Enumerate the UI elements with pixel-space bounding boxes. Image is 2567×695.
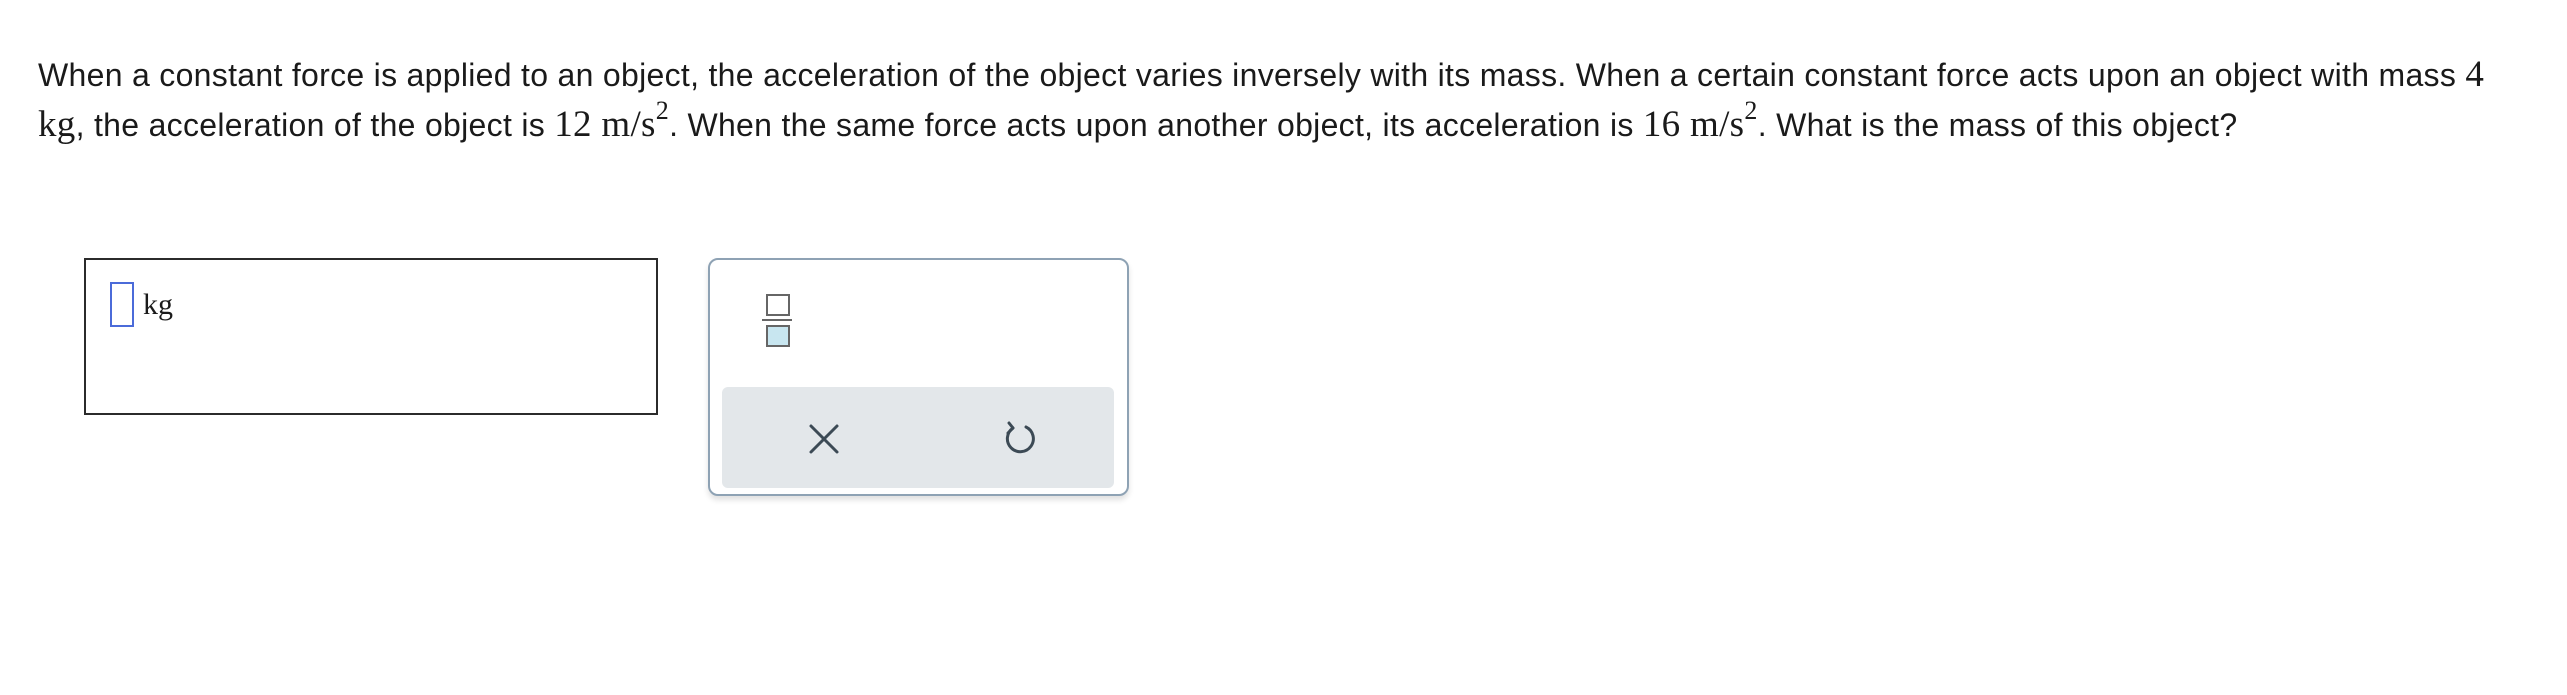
answer-box: kg xyxy=(84,258,658,415)
close-icon xyxy=(809,424,839,454)
denominator-box-icon xyxy=(766,325,790,347)
acceleration-1-value: 12 m/s xyxy=(554,104,656,145)
acceleration-2-value: 16 m/s xyxy=(1642,104,1745,145)
question-part-3: . When the same force acts upon another … xyxy=(669,107,1643,143)
answer-input[interactable] xyxy=(110,282,134,327)
acceleration-2-exponent: 2 xyxy=(1744,95,1758,125)
reset-button[interactable] xyxy=(1000,419,1040,459)
question-part-2: , the acceleration of the object is xyxy=(75,107,555,143)
numerator-box-icon xyxy=(766,294,790,316)
fraction-button[interactable] xyxy=(760,288,796,352)
math-toolbox xyxy=(708,258,1129,496)
acceleration-1-exponent: 2 xyxy=(655,95,670,125)
undo-icon xyxy=(1005,421,1035,454)
clear-button[interactable] xyxy=(804,419,844,459)
question-part-1: When a constant force is applied to an o… xyxy=(38,57,2466,93)
question-part-4: . What is the mass of this object? xyxy=(1757,107,2238,143)
action-bar xyxy=(722,387,1114,488)
acceleration-1: 12 m/s2 xyxy=(554,97,669,145)
question-text: When a constant force is applied to an o… xyxy=(38,50,2538,150)
unit-label: kg xyxy=(143,288,173,321)
fraction-bar-icon xyxy=(762,319,792,321)
acceleration-2: 16 m/s2 xyxy=(1642,97,1758,145)
